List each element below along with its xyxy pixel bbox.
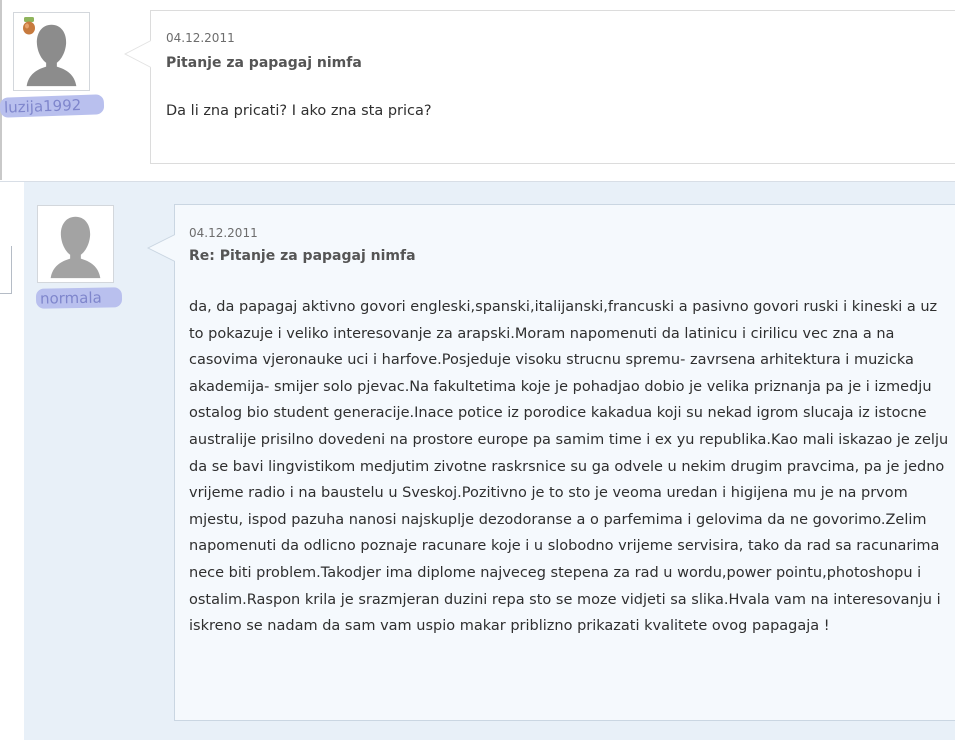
post-title: Pitanje za papagaj nimfa — [166, 55, 362, 71]
post-body: da, da papagaj aktivno govori engleski,s… — [189, 299, 949, 635]
post-2: normala 04.12.2011 Re: Pitanje za papaga… — [0, 181, 955, 741]
post-title: Re: Pitanje za papagaj nimfa — [189, 248, 416, 264]
left-divider — [0, 0, 2, 180]
thread-connector — [0, 246, 12, 294]
avatar[interactable] — [37, 205, 114, 283]
acorn-badge-icon — [23, 17, 35, 35]
post-date: 04.12.2011 — [189, 226, 258, 240]
post-1: luzija1992 04.12.2011 Pitanje za papagaj… — [0, 0, 955, 180]
bubble-tail-fill — [149, 235, 175, 261]
username[interactable]: luzija1992 — [0, 94, 105, 118]
post-date: 04.12.2011 — [166, 31, 235, 45]
post-bubble — [150, 10, 955, 164]
avatar-silhouette-icon — [38, 206, 113, 282]
bubble-tail-fill — [126, 41, 151, 67]
username[interactable]: normala — [35, 287, 123, 309]
post-body: Da li zna pricati? I ako zna sta prica? — [166, 103, 432, 119]
